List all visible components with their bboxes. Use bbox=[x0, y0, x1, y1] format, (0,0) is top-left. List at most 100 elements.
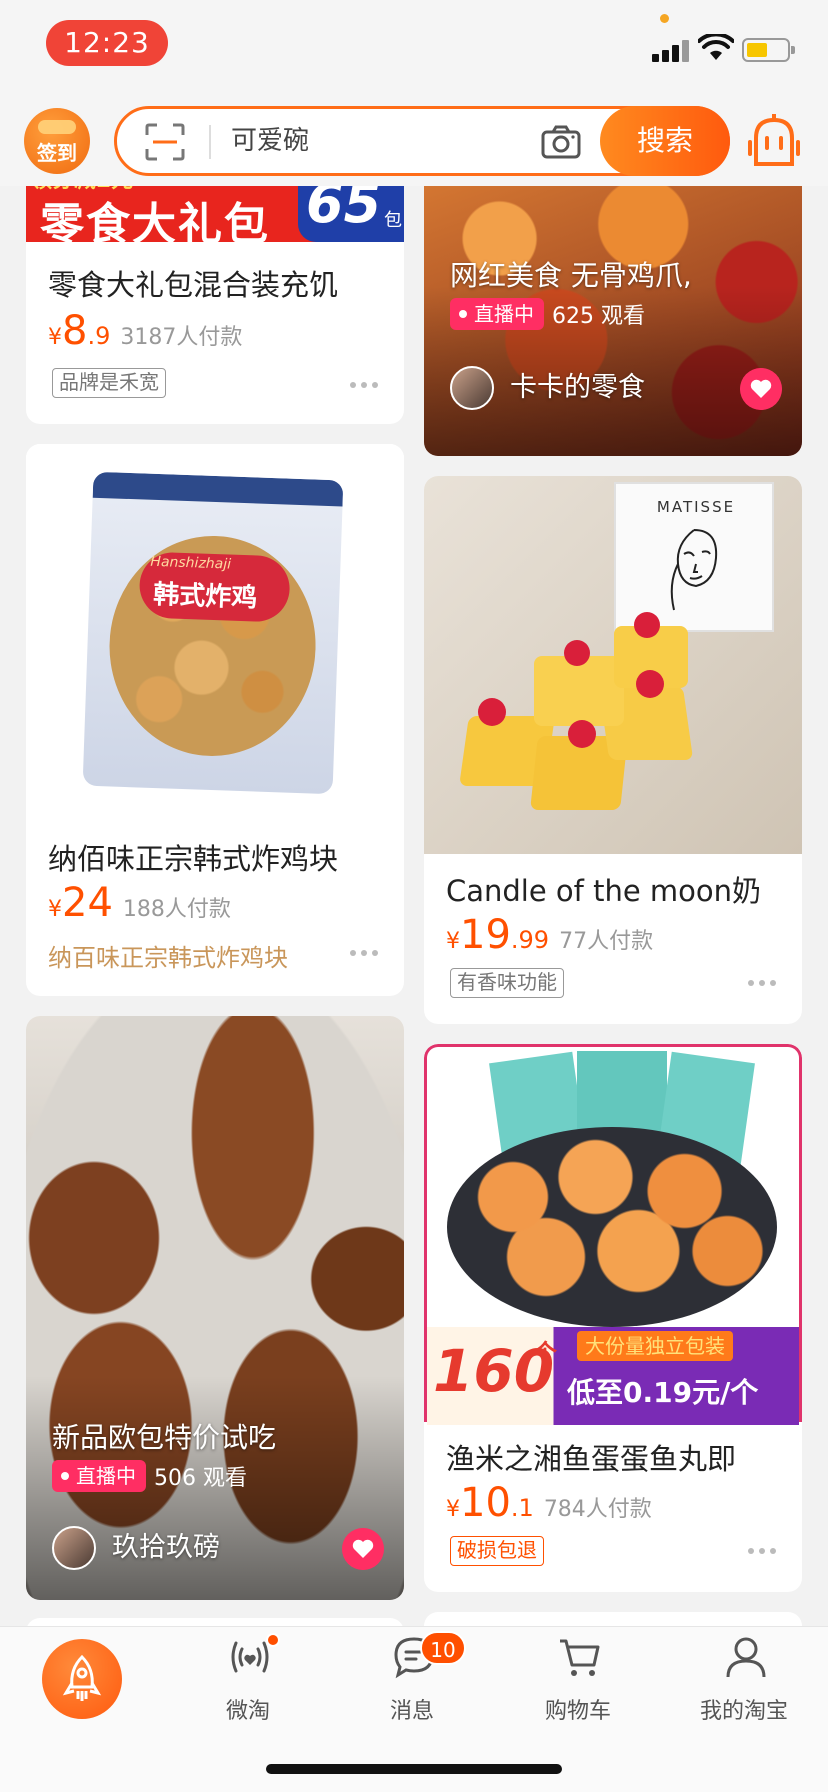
home-indicator[interactable] bbox=[266, 1764, 562, 1774]
cart-icon bbox=[560, 1639, 600, 1676]
product-title: 零食大礼包混合装充饥 bbox=[48, 268, 339, 302]
status-bar: 12:23 bbox=[0, 0, 828, 100]
indicator-dot bbox=[660, 14, 669, 23]
product-image: 160 个 大份量独立包装 低至0.19元/个 bbox=[424, 1044, 802, 1425]
live-title: 网红美食 无骨鸡爪, bbox=[450, 259, 692, 292]
tab-messages-label: 消息 bbox=[389, 1699, 434, 1724]
live-badge: 直播中 bbox=[450, 298, 544, 330]
live-card-chicken-feet[interactable]: 网红美食 无骨鸡爪, 直播中 625 观看 卡卡的零食 bbox=[424, 186, 802, 456]
user-icon bbox=[726, 1637, 766, 1678]
paid-count: 77人付款 bbox=[559, 929, 654, 954]
currency-symbol: ¥ bbox=[48, 325, 62, 350]
currency-symbol: ¥ bbox=[48, 897, 62, 922]
promo-banner: 160 个 大份量独立包装 低至0.19元/个 bbox=[427, 1327, 799, 1425]
home-rocket-button[interactable] bbox=[42, 1639, 122, 1719]
more-options-icon[interactable] bbox=[350, 382, 378, 390]
product-image: MATISSE bbox=[424, 476, 802, 854]
banner-count-unit: 包 bbox=[384, 210, 402, 231]
status-time: 12:23 bbox=[46, 20, 168, 66]
price: ¥10.1 784人付款 bbox=[446, 1480, 652, 1526]
tab-mine-label: 我的淘宝 bbox=[699, 1699, 788, 1724]
heart-icon[interactable] bbox=[342, 1528, 384, 1570]
live-card-bread[interactable]: 新品欧包特价试吃 直播中 506 观看 玖拾玖磅 bbox=[26, 1016, 404, 1600]
battery-icon bbox=[742, 38, 795, 62]
live-viewers: 625 观看 bbox=[552, 304, 645, 329]
heart-icon[interactable] bbox=[740, 368, 782, 410]
package-brand: Hanshizhaji bbox=[150, 553, 232, 573]
tab-cart[interactable]: 购物车 bbox=[518, 1635, 638, 1735]
price-decimal: .1 bbox=[510, 1494, 534, 1522]
cake-candles bbox=[459, 612, 724, 826]
scan-icon[interactable] bbox=[145, 123, 185, 161]
streamer-avatar bbox=[450, 366, 494, 410]
weitao-new-dot bbox=[266, 1633, 280, 1647]
face-sketch-icon bbox=[670, 529, 718, 611]
live-badge: 直播中 bbox=[52, 1460, 146, 1492]
price: ¥8.9 3187人付款 bbox=[48, 308, 242, 354]
product-card-peek[interactable] bbox=[424, 1612, 802, 1626]
tab-weitao[interactable]: 微淘 bbox=[188, 1633, 308, 1735]
search-input[interactable]: 可爱碗 bbox=[231, 109, 309, 173]
product-package: Hanshizhaji 韩式炸鸡 bbox=[82, 471, 344, 795]
more-options-icon[interactable] bbox=[748, 980, 776, 988]
product-title: 渔米之湘鱼蛋蛋鱼丸即 bbox=[446, 1442, 737, 1476]
price: ¥19.99 77人付款 bbox=[446, 912, 653, 958]
streamer-name: 玖拾玖磅 bbox=[112, 1532, 220, 1563]
more-options-icon[interactable] bbox=[748, 1548, 776, 1556]
camera-icon[interactable] bbox=[541, 125, 581, 159]
product-card-fish-balls[interactable]: 160 个 大份量独立包装 低至0.19元/个 渔米之湘鱼蛋蛋鱼丸即 ¥10.1… bbox=[424, 1044, 802, 1592]
tab-cart-label: 购物车 bbox=[544, 1699, 611, 1724]
product-banner: 领券减2元 零食大礼包 65 包 bbox=[26, 186, 404, 242]
robot-assistant-icon[interactable] bbox=[748, 112, 800, 168]
search-header: 签到 可爱碗 搜索 bbox=[0, 100, 828, 186]
tab-messages[interactable]: 10 消息 bbox=[352, 1631, 472, 1735]
live-status: 直播中 625 观看 bbox=[450, 298, 645, 330]
tab-mine[interactable]: 我的淘宝 bbox=[684, 1635, 804, 1735]
product-card-candle[interactable]: MATISSE Candle of the moon奶 ¥19.99 77人付款 bbox=[424, 476, 802, 1024]
price-decimal: .99 bbox=[510, 926, 550, 954]
promo-count-unit: 个 bbox=[533, 1339, 557, 1367]
currency-symbol: ¥ bbox=[446, 929, 460, 954]
product-title: Candle of the moon奶 bbox=[446, 874, 762, 908]
poster-frame: MATISSE bbox=[614, 482, 774, 632]
product-card-peek[interactable] bbox=[26, 1618, 404, 1626]
banner-title: 零食大礼包 bbox=[40, 199, 270, 242]
product-tag: 品牌是禾宽 bbox=[52, 368, 166, 398]
price: ¥24 188人付款 bbox=[48, 880, 231, 926]
search-bar[interactable]: 可爱碗 搜索 bbox=[114, 106, 730, 176]
signin-button[interactable]: 签到 bbox=[24, 108, 90, 174]
rocket-icon bbox=[62, 1654, 102, 1701]
price-integer: 8 bbox=[62, 308, 88, 354]
live-status: 直播中 506 观看 bbox=[52, 1460, 247, 1492]
wifi-icon bbox=[698, 34, 734, 60]
fish-balls-bowl bbox=[447, 1127, 777, 1327]
paid-count: 784人付款 bbox=[543, 1497, 652, 1522]
package-text: 韩式炸鸡 bbox=[152, 579, 258, 614]
promo-top-text: 大份量独立包装 bbox=[577, 1331, 733, 1361]
product-tag: 有香味功能 bbox=[450, 968, 564, 998]
price-integer: 10 bbox=[460, 1480, 511, 1526]
poster-text: MATISSE bbox=[656, 498, 736, 516]
more-options-icon[interactable] bbox=[350, 950, 378, 958]
product-feed[interactable]: 领券减2元 零食大礼包 65 包 零食大礼包混合装充饥 ¥8.93187人付款 … bbox=[0, 186, 828, 1626]
price-integer: 19 bbox=[460, 912, 511, 958]
currency-symbol: ¥ bbox=[446, 1497, 460, 1522]
product-card-snack-pack[interactable]: 领券减2元 零食大礼包 65 包 零食大礼包混合装充饥 ¥8.93187人付款 … bbox=[26, 186, 404, 424]
product-tag: 破损包退 bbox=[450, 1536, 544, 1566]
search-button[interactable]: 搜索 bbox=[600, 106, 730, 176]
signin-label: 签到 bbox=[37, 141, 77, 165]
product-card-fried-chicken[interactable]: Hanshizhaji 韩式炸鸡 纳佰味正宗韩式炸鸡块 ¥24 188人付款 纳百… bbox=[26, 444, 404, 996]
search-divider bbox=[209, 125, 211, 159]
product-title: 纳佰味正宗韩式炸鸡块 bbox=[48, 842, 339, 876]
streamer-avatar bbox=[52, 1526, 96, 1570]
banner-count-box: 65 包 bbox=[298, 186, 404, 242]
paid-count: 188人付款 bbox=[122, 897, 231, 922]
price-decimal: .9 bbox=[87, 322, 111, 350]
messages-badge: 10 bbox=[420, 1631, 466, 1665]
promo-bottom-text: 低至0.19元/个 bbox=[567, 1376, 759, 1409]
live-title: 新品欧包特价试吃 bbox=[52, 1421, 277, 1454]
cellular-signal-icon bbox=[652, 38, 692, 62]
price-integer: 24 bbox=[62, 880, 113, 926]
streamer-name: 卡卡的零食 bbox=[510, 372, 645, 403]
shop-recommend-text: 纳百味正宗韩式炸鸡块 bbox=[48, 944, 288, 972]
